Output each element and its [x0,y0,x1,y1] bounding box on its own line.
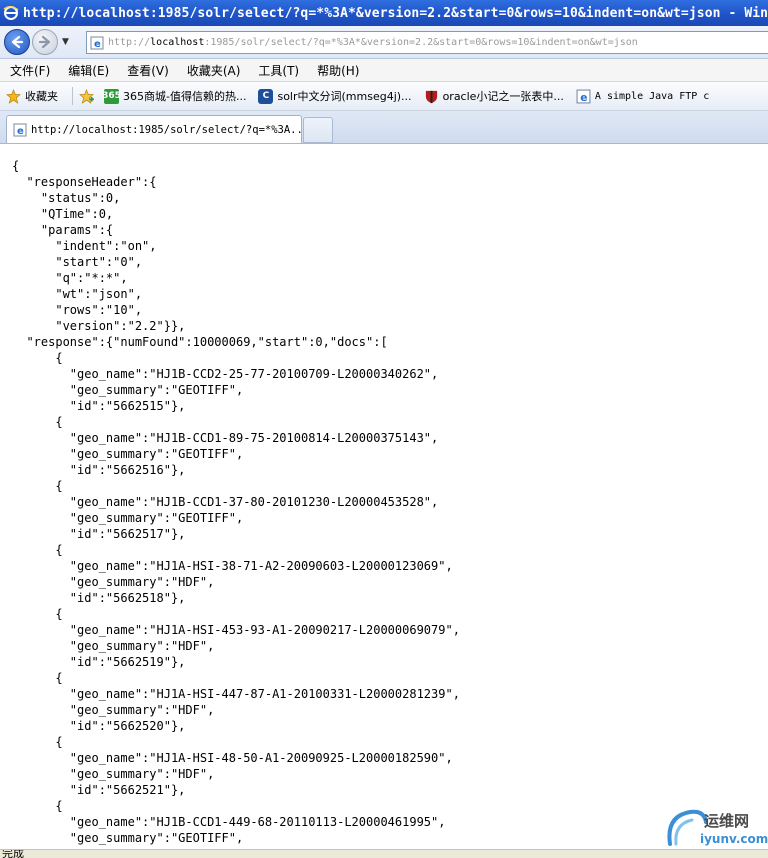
toolbar-divider [72,87,73,105]
favorite-link-365[interactable]: 365 365商城-值得信赖的热... [102,88,247,104]
json-line: "indent":"on", [12,239,157,253]
json-line: "QTime":0, [12,207,114,221]
internet-explorer-icon [3,6,19,20]
json-line: "geo_name":"HJ1B-CCD1-37-80-20101230-L20… [12,495,439,509]
json-line: "responseHeader":{ [12,175,157,189]
svg-text:e: e [17,126,24,137]
star-icon [6,88,21,104]
window-title: http://localhost:1985/solr/select/?q=*%3… [23,5,768,21]
watermark-text-cn: 运维网 [704,812,750,830]
menu-edit[interactable]: 编辑(E) [58,62,117,79]
json-line: { [12,799,63,813]
json-line: "geo_name":"HJ1B-CCD2-25-77-20100709-L20… [12,367,439,381]
svg-text:e: e [94,39,101,50]
json-line: "geo_name":"HJ1B-CCD1-449-68-20110113-L2… [12,815,446,829]
json-line: "geo_name":"HJ1A-HSI-453-93-A1-20090217-… [12,623,460,637]
json-line: "geo_name":"HJ1A-HSI-447-87-A1-20100331-… [12,687,460,701]
json-line: "id":"5662519"}, [12,655,186,669]
menu-bar: 文件(F) 编辑(E) 查看(V) 收藏夹(A) 工具(T) 帮助(H) [0,59,768,82]
back-button[interactable] [4,29,30,55]
c-icon: C [258,88,274,104]
watermark-text-en: iyunv.com [700,832,768,846]
window-title-bar[interactable]: http://localhost:1985/solr/select/?q=*%3… [0,0,768,26]
json-line: { [12,351,63,365]
json-line: "params":{ [12,223,114,237]
json-line: "geo_name":"HJ1B-CCD1-89-75-20100814-L20… [12,431,439,445]
favorite-link-label: oracle小记之一张表中... [442,90,564,103]
navigation-toolbar: ▼ e http://localhost:1985/solr/select/?q… [0,26,768,59]
menu-help[interactable]: 帮助(H) [307,62,367,79]
json-line: { [12,607,63,621]
ie-page-icon: e [576,89,591,103]
favorite-link-oracle[interactable]: oracle小记之一张表中... [424,88,564,104]
forward-button[interactable] [32,29,58,55]
json-line: "id":"5662521"}, [12,783,186,797]
menu-view[interactable]: 查看(V) [117,62,177,79]
json-line: "geo_summary":"GEOTIFF", [12,831,244,845]
favorite-link-label: 365商城-值得信赖的热... [123,90,247,103]
tab-solr-select[interactable]: e http://localhost:1985/solr/select/?q=*… [6,115,302,143]
json-line: "geo_summary":"HDF", [12,639,215,653]
favorite-link-label: solr中文分词(mmseg4j)... [277,90,412,103]
json-line: "id":"5662516"}, [12,463,186,477]
favorite-link-label: A simple Java FTP c [594,90,710,102]
json-line: "id":"5662517"}, [12,527,186,541]
json-line: "geo_summary":"HDF", [12,767,215,781]
svg-text:e: e [580,90,587,103]
arrow-left-icon [11,35,24,49]
history-dropdown-icon[interactable]: ▼ [62,37,69,47]
json-line: "status":0, [12,191,121,205]
favorite-link-solr[interactable]: C solr中文分词(mmseg4j)... [258,88,412,104]
json-line: "geo_summary":"GEOTIFF", [12,511,244,525]
ie-page-icon: e [13,123,27,137]
json-line: { [12,159,20,173]
json-line: "geo_name":"HJ1A-HSI-48-50-A1-20090925-L… [12,751,453,765]
arrow-right-icon [38,35,51,49]
json-line: "id":"5662518"}, [12,591,186,605]
ie-page-icon: e [90,36,104,50]
new-tab-button[interactable] [303,117,333,143]
favorite-link-java-ftp[interactable]: e A simple Java FTP c [576,89,709,104]
add-favorite-button[interactable] [79,88,98,104]
json-line: "q":"*:*", [12,271,128,285]
json-line: "geo_summary":"GEOTIFF", [12,383,244,397]
json-line: "geo_summary":"HDF", [12,575,215,589]
tab-label: http://localhost:1985/solr/select/?q=*%3… [31,123,302,136]
json-line: "id":"5662515"}, [12,399,186,413]
json-line: { [12,735,63,749]
favorites-label: 收藏夹 [25,90,58,103]
json-line: { [12,671,63,685]
address-url: http://localhost:1985/solr/select/?q=*%3… [108,37,638,48]
json-line: { [12,415,63,429]
json-line: "wt":"json", [12,287,143,301]
page-content[interactable]: { "responseHeader":{ "status":0, "QTime"… [0,144,768,849]
add-star-icon [79,88,94,104]
json-line: "geo_summary":"HDF", [12,703,215,717]
tab-bar: e http://localhost:1985/solr/select/?q=*… [0,111,768,144]
json-line: { [12,479,63,493]
json-line: "geo_summary":"GEOTIFF", [12,447,244,461]
favorites-button[interactable]: 收藏夹 [6,88,58,104]
menu-favorites[interactable]: 收藏夹(A) [177,62,249,79]
json-line: "id":"5662520"}, [12,719,186,733]
menu-file[interactable]: 文件(F) [0,62,58,79]
menu-tools[interactable]: 工具(T) [248,62,307,79]
json-line: { [12,543,63,557]
json-line: "rows":"10", [12,303,143,317]
address-input[interactable]: e http://localhost:1985/solr/select/?q=*… [86,31,768,54]
365-icon: 365 [102,88,121,104]
favorites-bar: 收藏夹 365 365商城-值得信赖的热... C solr中文分词(mmseg… [0,82,768,111]
json-line: "geo_name":"HJ1A-HSI-38-71-A2-20090603-L… [12,559,453,573]
watermark-logo: 运维网 iyunv.com [664,806,768,850]
json-line: "version":"2.2"}}, [12,319,186,333]
json-line: "response":{"numFound":10000069,"start":… [12,335,388,349]
oracle-shield-icon [425,90,437,103]
json-line: "start":"0", [12,255,143,269]
